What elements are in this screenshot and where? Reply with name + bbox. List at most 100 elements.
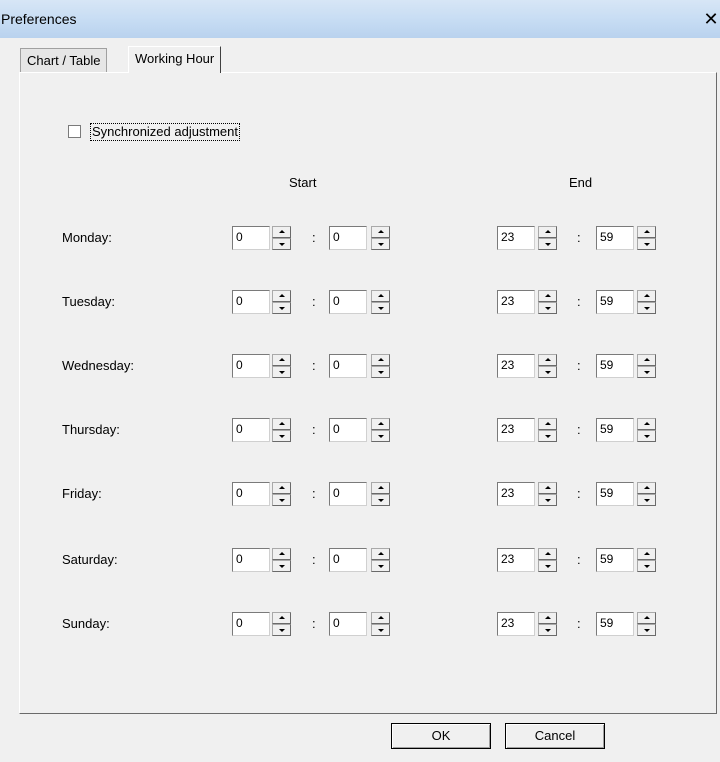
start-minute-input[interactable]: 0 (329, 418, 367, 442)
tab-chart-table[interactable]: Chart / Table (20, 48, 108, 73)
spin-up-button[interactable] (637, 226, 656, 238)
spin-down-button[interactable] (272, 624, 291, 636)
end-minute-spinner[interactable] (637, 418, 656, 442)
spin-up-button[interactable] (272, 290, 291, 302)
end-hour-input[interactable]: 23 (497, 226, 535, 250)
start-minute-spinner[interactable] (371, 548, 390, 572)
start-minute-input[interactable]: 0 (329, 612, 367, 636)
spin-down-button[interactable] (637, 302, 656, 314)
spin-down-button[interactable] (538, 430, 557, 442)
spin-down-button[interactable] (538, 494, 557, 506)
end-hour-input[interactable]: 23 (497, 482, 535, 506)
end-minute-input[interactable]: 59 (596, 548, 634, 572)
spin-up-button[interactable] (538, 354, 557, 366)
checkbox-box[interactable] (68, 125, 81, 138)
start-minute-spinner[interactable] (371, 226, 390, 250)
end-minute-spinner[interactable] (637, 482, 656, 506)
spin-up-button[interactable] (637, 418, 656, 430)
spin-up-button[interactable] (637, 290, 656, 302)
spin-down-button[interactable] (637, 560, 656, 572)
spin-down-button[interactable] (538, 238, 557, 250)
start-minute-input[interactable]: 0 (329, 354, 367, 378)
spin-down-button[interactable] (371, 238, 390, 250)
start-hour-spinner[interactable] (272, 226, 291, 250)
spin-down-button[interactable] (538, 624, 557, 636)
start-minute-input[interactable]: 0 (329, 290, 367, 314)
spin-down-button[interactable] (637, 366, 656, 378)
spin-down-button[interactable] (371, 560, 390, 572)
spin-down-button[interactable] (272, 366, 291, 378)
end-hour-spinner[interactable] (538, 482, 557, 506)
spin-down-button[interactable] (272, 560, 291, 572)
start-hour-input[interactable]: 0 (232, 354, 270, 378)
start-minute-spinner[interactable] (371, 418, 390, 442)
end-minute-input[interactable]: 59 (596, 482, 634, 506)
spin-up-button[interactable] (637, 482, 656, 494)
start-hour-input[interactable]: 0 (232, 226, 270, 250)
start-minute-spinner[interactable] (371, 612, 390, 636)
start-hour-spinner[interactable] (272, 482, 291, 506)
end-hour-spinner[interactable] (538, 612, 557, 636)
start-minute-input[interactable]: 0 (329, 226, 367, 250)
start-minute-spinner[interactable] (371, 354, 390, 378)
spin-down-button[interactable] (371, 430, 390, 442)
spin-up-button[interactable] (637, 354, 656, 366)
spin-up-button[interactable] (538, 418, 557, 430)
end-hour-spinner[interactable] (538, 418, 557, 442)
spin-up-button[interactable] (538, 482, 557, 494)
spin-up-button[interactable] (371, 226, 390, 238)
end-hour-spinner[interactable] (538, 290, 557, 314)
spin-up-button[interactable] (538, 612, 557, 624)
spin-down-button[interactable] (272, 238, 291, 250)
tab-working-hour[interactable]: Working Hour (128, 46, 222, 73)
sync-adjustment-label[interactable]: Synchronized adjustment (90, 123, 240, 141)
start-hour-spinner[interactable] (272, 290, 291, 314)
end-minute-spinner[interactable] (637, 612, 656, 636)
spin-down-button[interactable] (637, 494, 656, 506)
end-hour-spinner[interactable] (538, 548, 557, 572)
spin-down-button[interactable] (637, 430, 656, 442)
end-minute-spinner[interactable] (637, 548, 656, 572)
end-hour-spinner[interactable] (538, 354, 557, 378)
spin-up-button[interactable] (371, 612, 390, 624)
spin-up-button[interactable] (272, 482, 291, 494)
spin-down-button[interactable] (272, 302, 291, 314)
spin-down-button[interactable] (637, 238, 656, 250)
end-minute-input[interactable]: 59 (596, 226, 634, 250)
start-hour-input[interactable]: 0 (232, 482, 270, 506)
spin-up-button[interactable] (371, 354, 390, 366)
spin-down-button[interactable] (538, 366, 557, 378)
spin-up-button[interactable] (538, 548, 557, 560)
spin-down-button[interactable] (538, 560, 557, 572)
spin-down-button[interactable] (371, 366, 390, 378)
spin-up-button[interactable] (272, 418, 291, 430)
start-minute-spinner[interactable] (371, 290, 390, 314)
ok-button[interactable]: OK (391, 723, 491, 749)
spin-up-button[interactable] (272, 354, 291, 366)
start-hour-input[interactable]: 0 (232, 612, 270, 636)
spin-up-button[interactable] (272, 612, 291, 624)
spin-up-button[interactable] (272, 226, 291, 238)
spin-up-button[interactable] (538, 290, 557, 302)
close-icon[interactable]: ✕ (702, 10, 720, 28)
start-hour-spinner[interactable] (272, 548, 291, 572)
end-minute-input[interactable]: 59 (596, 290, 634, 314)
spin-up-button[interactable] (637, 548, 656, 560)
spin-up-button[interactable] (272, 548, 291, 560)
end-hour-spinner[interactable] (538, 226, 557, 250)
start-hour-input[interactable]: 0 (232, 548, 270, 572)
spin-down-button[interactable] (371, 624, 390, 636)
spin-up-button[interactable] (371, 290, 390, 302)
start-hour-input[interactable]: 0 (232, 418, 270, 442)
end-hour-input[interactable]: 23 (497, 354, 535, 378)
end-hour-input[interactable]: 23 (497, 548, 535, 572)
end-hour-input[interactable]: 23 (497, 418, 535, 442)
end-minute-input[interactable]: 59 (596, 418, 634, 442)
end-minute-spinner[interactable] (637, 226, 656, 250)
spin-down-button[interactable] (538, 302, 557, 314)
spin-up-button[interactable] (371, 548, 390, 560)
spin-down-button[interactable] (272, 494, 291, 506)
start-hour-spinner[interactable] (272, 354, 291, 378)
end-minute-input[interactable]: 59 (596, 612, 634, 636)
start-hour-spinner[interactable] (272, 418, 291, 442)
